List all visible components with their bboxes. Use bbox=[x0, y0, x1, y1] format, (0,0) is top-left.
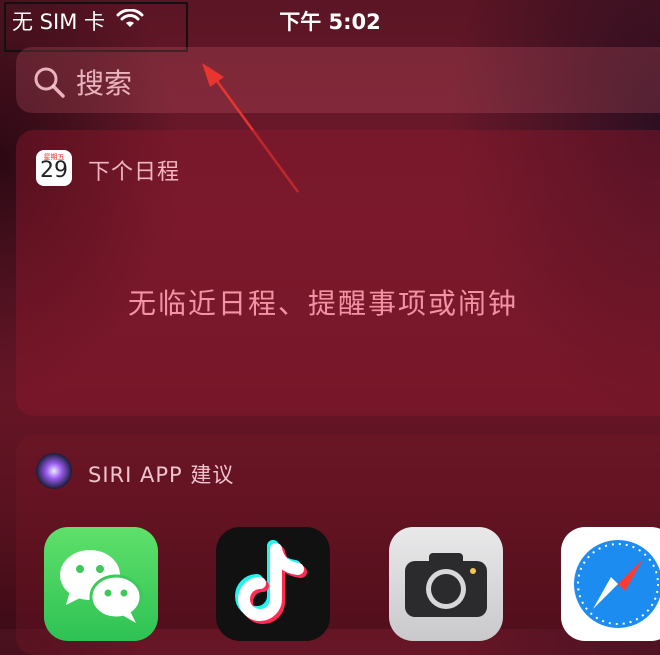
camera-icon bbox=[405, 553, 487, 617]
calendar-icon: 星期五 29 bbox=[36, 150, 72, 186]
app-wechat[interactable] bbox=[44, 527, 158, 641]
app-camera[interactable] bbox=[389, 527, 503, 641]
app-tiktok[interactable] bbox=[216, 527, 330, 641]
annotation-highlight-box bbox=[4, 2, 188, 52]
search-bar[interactable]: 搜索 bbox=[16, 47, 660, 113]
calendar-widget-title: 下个日程 bbox=[88, 160, 181, 185]
siri-widget-title: SIRI APP 建议 bbox=[88, 463, 235, 487]
calendar-icon-day: 29 bbox=[40, 158, 68, 183]
siri-icon bbox=[36, 453, 72, 489]
calendar-widget[interactable]: 星期五 29 下个日程 无临近日程、提醒事项或闹钟 bbox=[16, 130, 660, 416]
calendar-empty-message: 无临近日程、提醒事项或闹钟 bbox=[127, 287, 518, 320]
safari-icon bbox=[574, 540, 660, 628]
search-placeholder: 搜索 bbox=[76, 67, 133, 100]
wechat-icon bbox=[60, 550, 143, 623]
search-icon bbox=[34, 67, 65, 98]
tiktok-icon bbox=[235, 540, 307, 624]
app-safari[interactable] bbox=[561, 527, 660, 641]
